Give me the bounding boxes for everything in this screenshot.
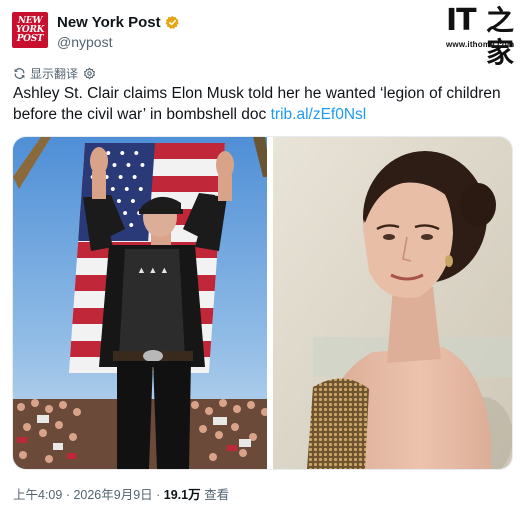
view-count: 19.1万 — [163, 488, 201, 502]
tweet-text: Ashley St. Clair claims Elon Musk told h… — [13, 83, 513, 125]
ithome-watermark: IT 之家 www.ithome.com — [446, 3, 518, 69]
verified-badge-icon — [165, 15, 179, 29]
show-translation-link[interactable]: 显示翻译 — [30, 65, 78, 82]
tweet-date[interactable]: 2026年9月9日 — [73, 488, 152, 502]
author-display-name[interactable]: New York Post — [57, 14, 161, 31]
left-photo: ▲ ▲ ▲ — [13, 137, 271, 469]
watermark-logo-it: IT — [446, 3, 477, 38]
right-photo — [267, 137, 512, 469]
tweet-time[interactable]: 上午4:09 — [13, 488, 62, 502]
footer-separator: · — [152, 488, 164, 502]
translate-row: 显示翻译 — [13, 65, 96, 82]
tweet-link[interactable]: trib.al/zEf0Nsl — [271, 106, 367, 123]
tweet-body: Ashley St. Clair claims Elon Musk told h… — [13, 85, 501, 123]
author-name-row: New York Post — [57, 14, 180, 31]
tweet-media[interactable]: ▲ ▲ ▲ — [12, 136, 513, 470]
tweet-header: NEW YORK POST New York Post @nypost — [0, 0, 522, 60]
media-image: ▲ ▲ ▲ — [13, 137, 512, 469]
watermark-url: www.ithome.com — [446, 40, 515, 49]
tweet-footer: 上午4:09 · 2026年9月9日 · 19.1万 查看 — [13, 484, 229, 503]
watermark-logo-zh: 之家 — [486, 4, 515, 69]
author-avatar[interactable]: NEW YORK POST — [12, 12, 48, 48]
author-handle[interactable]: @nypost — [57, 34, 112, 50]
avatar-logo-line-3: POST — [16, 33, 44, 44]
view-count-label: 查看 — [200, 488, 230, 502]
gear-icon[interactable] — [83, 67, 96, 80]
footer-separator: · — [62, 488, 74, 502]
translate-icon — [14, 68, 25, 79]
svg-text:▲ ▲ ▲: ▲ ▲ ▲ — [137, 265, 169, 275]
